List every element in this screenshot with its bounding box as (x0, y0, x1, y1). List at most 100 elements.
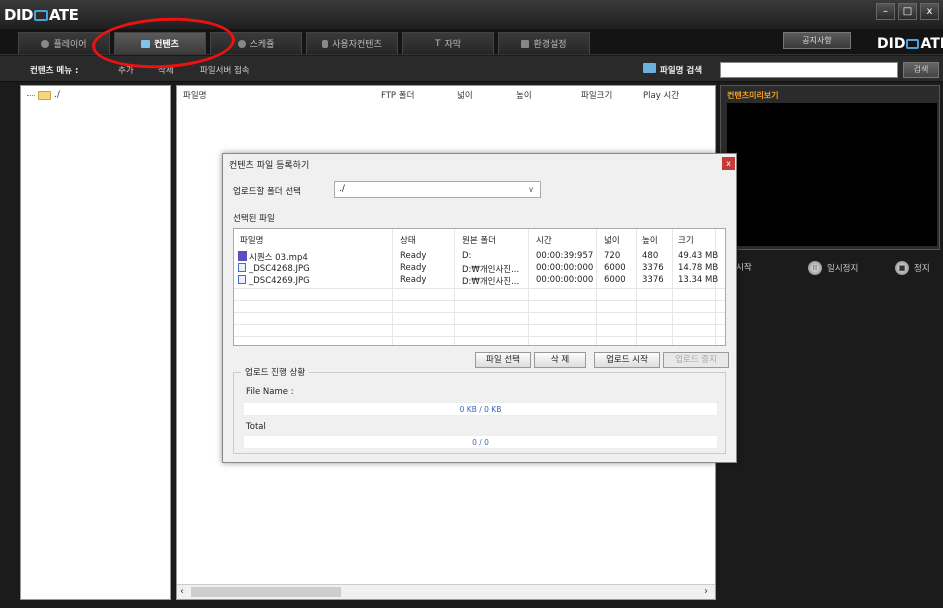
column-header-filesize[interactable]: 파일크기 (581, 89, 612, 101)
column-header-width[interactable]: 넓이 (604, 234, 620, 246)
logo-icon (906, 39, 920, 49)
column-header-width[interactable]: 넓이 (457, 89, 473, 101)
dialog-close-button[interactable]: x (722, 157, 735, 170)
upload-folder-select[interactable]: ./ ∨ (334, 181, 541, 198)
content-menu-label: 컨텐츠 메뉴 : (30, 66, 79, 76)
total-progress-bar: 0 / 0 (243, 435, 718, 449)
play-label: 시작 (736, 263, 752, 273)
column-header-filename[interactable]: 파일명 (240, 234, 263, 246)
maximize-button[interactable]: □ (898, 3, 917, 20)
column-header-source-folder[interactable]: 원본 폴더 (462, 234, 496, 246)
play-button[interactable]: 시작 (736, 261, 752, 273)
column-header-height[interactable]: 높이 (516, 89, 532, 101)
column-divider (636, 229, 637, 345)
selected-files-label: 선택된 파일 (233, 214, 275, 224)
scroll-right-arrow-icon[interactable]: › (704, 586, 708, 597)
content-upload-dialog: 컨텐츠 파일 등록하기 x 업로드할 폴더 선택 ./ ∨ 선택된 파일 파일명 … (222, 153, 737, 463)
time-cell: 00:00:39:957 (536, 251, 594, 261)
tree-node-root[interactable]: ./ (27, 90, 60, 100)
upload-progress-legend: 업로드 진행 상황 (241, 366, 310, 378)
column-divider (528, 229, 529, 345)
search-button[interactable]: 검색 (903, 62, 939, 78)
logo-icon (33, 10, 48, 21)
tab-settings[interactable]: 환경설정 (498, 32, 590, 54)
row-divider (234, 324, 725, 325)
file-search-label: 파일명 검색 (660, 66, 703, 76)
column-divider (454, 229, 455, 345)
settings-icon (521, 39, 530, 48)
horizontal-scrollbar[interactable]: ‹ › (177, 584, 715, 599)
column-header-play-time[interactable]: Play 시간 (643, 89, 679, 101)
notice-button[interactable]: 공지사항 (783, 32, 851, 49)
time-cell: 00:00:00:000 (536, 263, 594, 273)
pause-label: 일시정지 (827, 264, 859, 274)
status-cell: Ready (400, 275, 427, 285)
size-cell: 14.78 MB (678, 263, 719, 273)
search-input[interactable] (720, 62, 898, 78)
stop-button[interactable]: ■ 정지 (895, 261, 930, 275)
selected-files-table[interactable]: 파일명 상태 원본 폴더 시간 넓이 높이 크기 시퀀스 03.mp4 Read… (233, 228, 726, 346)
tab-user-content[interactable]: 사용자컨텐츠 (306, 32, 398, 54)
preview-title: 컨텐츠미리보기 (727, 91, 779, 100)
file-server-menu-item[interactable]: 파일서버 접속 (200, 64, 250, 76)
table-row[interactable]: 시퀀스 03.mp4 Ready D: 00:00:39:957 720 480… (234, 251, 725, 263)
status-cell: Ready (400, 251, 427, 261)
column-divider (392, 229, 393, 345)
row-divider (234, 312, 725, 313)
circle-icon (41, 39, 50, 48)
source-cell: D: (462, 251, 472, 261)
column-header-size[interactable]: 크기 (678, 234, 694, 246)
image-file-icon (238, 275, 246, 284)
source-cell: D:₩개인사진... (462, 265, 520, 275)
height-cell: 480 (642, 251, 659, 261)
row-divider (234, 300, 725, 301)
upload-stop-button[interactable]: 업로드 중지 (663, 352, 729, 368)
pause-icon: II (808, 261, 822, 275)
column-header-status[interactable]: 상태 (400, 234, 416, 246)
upload-progress-group: File Name : 0 KB / 0 KB Total 0 / 0 (233, 372, 726, 454)
column-header-time[interactable]: 시간 (536, 234, 552, 246)
stop-label: 정지 (914, 264, 930, 274)
close-button[interactable]: x (920, 3, 939, 20)
pause-button[interactable]: II 일시정지 (808, 261, 858, 275)
row-divider (234, 336, 725, 337)
file-name-cell: _DSC4268.JPG (238, 263, 390, 274)
scroll-left-arrow-icon[interactable]: ‹ (180, 586, 184, 597)
column-divider (715, 229, 716, 345)
file-name-cell: _DSC4269.JPG (238, 275, 390, 286)
video-file-icon (238, 251, 247, 261)
table-row[interactable]: _DSC4269.JPG Ready D:₩개인사진... 00:00:00:0… (234, 275, 725, 287)
brand-logo: DIDATE (877, 36, 943, 52)
file-progress-bar: 0 KB / 0 KB (243, 402, 718, 416)
size-cell: 13.34 MB (678, 275, 719, 285)
upload-start-button[interactable]: 업로드 시작 (594, 352, 660, 368)
total-progress-text: 0 / 0 (472, 438, 489, 447)
width-cell: 720 (604, 251, 621, 261)
user-icon (322, 39, 329, 48)
status-cell: Ready (400, 263, 427, 273)
size-cell: 49.43 MB (678, 251, 719, 261)
upload-folder-label: 업로드할 폴더 선택 (233, 187, 301, 197)
file-name-cell: 시퀀스 03.mp4 (238, 251, 390, 263)
delete-button[interactable]: 삭 제 (534, 352, 586, 368)
select-file-button[interactable]: 파일 선택 (475, 352, 531, 368)
text-icon: T (434, 38, 441, 49)
dialog-title: 컨텐츠 파일 등록하기 (229, 161, 310, 171)
total-label: Total (246, 422, 266, 432)
table-row[interactable]: _DSC4268.JPG Ready D:₩개인사진... 00:00:00:0… (234, 263, 725, 275)
scrollbar-thumb[interactable] (191, 587, 341, 597)
column-header-filename[interactable]: 파일명 (183, 89, 206, 101)
column-divider (596, 229, 597, 345)
tab-subtitle[interactable]: T 자막 (402, 32, 494, 54)
folder-select-value: ./ (339, 184, 345, 194)
content-preview-panel: 컨텐츠미리보기 (720, 85, 940, 250)
image-file-icon (238, 263, 246, 272)
column-header-ftp-folder[interactable]: FTP 폴더 (381, 89, 414, 101)
minimize-button[interactable]: – (876, 3, 895, 20)
width-cell: 6000 (604, 275, 626, 285)
app-logo: DID ATE (4, 6, 79, 24)
column-divider (672, 229, 673, 345)
folder-tree[interactable]: ./ (20, 85, 171, 600)
source-cell: D:₩개인사진... (462, 277, 520, 287)
column-header-height[interactable]: 높이 (642, 234, 658, 246)
